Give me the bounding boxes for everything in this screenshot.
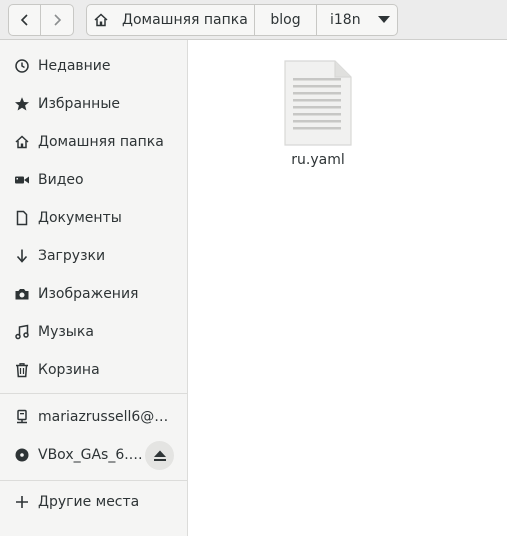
navigation-buttons: [8, 4, 74, 36]
breadcrumb-blog[interactable]: blog: [255, 5, 317, 35]
file-name: ru.yaml: [291, 152, 345, 168]
sidebar-item-label: mariazrussell6@…: [38, 409, 169, 425]
breadcrumb-label: i18n: [330, 12, 361, 28]
eject-button[interactable]: [145, 441, 174, 470]
download-icon: [14, 248, 30, 264]
sidebar-item-network-mount[interactable]: mariazrussell6@…: [0, 398, 188, 436]
file-view: ru.yaml: [189, 40, 507, 536]
back-button[interactable]: [9, 5, 40, 35]
sidebar-item-music[interactable]: Музыка: [0, 313, 188, 351]
sidebar-item-label: Документы: [38, 210, 122, 226]
sidebar-item-trash[interactable]: Корзина: [0, 351, 188, 389]
forward-button[interactable]: [40, 5, 73, 35]
sidebar-item-label: Видео: [38, 172, 84, 188]
sidebar-item-home[interactable]: Домашняя папка: [0, 123, 188, 161]
plus-icon: [14, 494, 30, 510]
star-icon: [14, 96, 30, 112]
breadcrumb-home[interactable]: Домашняя папка: [87, 5, 255, 35]
home-icon: [94, 13, 108, 27]
camera-icon: [14, 286, 30, 302]
document-icon: [14, 210, 30, 226]
clock-icon: [14, 58, 30, 74]
sidebar-item-videos[interactable]: Видео: [0, 161, 188, 199]
trash-icon: [14, 362, 30, 378]
sidebar-item-label: Корзина: [38, 362, 100, 378]
sidebar-item-label: Загрузки: [38, 248, 106, 264]
network-drive-icon: [14, 409, 30, 425]
video-icon: [14, 172, 30, 188]
chevron-right-icon: [54, 14, 62, 26]
text-file-icon: [284, 60, 352, 146]
sidebar-separator: [0, 393, 188, 394]
file-item[interactable]: ru.yaml: [271, 60, 365, 168]
music-icon: [14, 324, 30, 340]
sidebar-item-starred[interactable]: Избранные: [0, 85, 188, 123]
header-bar: Домашняя папка blog i18n: [0, 0, 507, 40]
sidebar-item-downloads[interactable]: Загрузки: [0, 237, 188, 275]
chevron-left-icon: [20, 14, 28, 26]
sidebar-item-label: VBox_GAs_6.…: [38, 447, 142, 463]
breadcrumb-label: Домашняя папка: [122, 12, 248, 28]
sidebar-item-label: Домашняя папка: [38, 134, 164, 150]
sidebar-item-label: Недавние: [38, 58, 111, 74]
sidebar-separator: [0, 480, 188, 481]
sidebar-item-label: Музыка: [38, 324, 94, 340]
sidebar-item-recent[interactable]: Недавние: [0, 47, 188, 85]
sidebar-item-other-locations[interactable]: Другие места: [0, 483, 188, 521]
sidebar-item-label: Изображения: [38, 286, 139, 302]
sidebar-item-label: Другие места: [38, 494, 140, 510]
triangle-down-icon[interactable]: [377, 16, 390, 24]
places-sidebar: Недавние Избранные Домашняя папка Видео …: [0, 40, 188, 536]
sidebar-item-documents[interactable]: Документы: [0, 199, 188, 237]
breadcrumb-i18n[interactable]: i18n: [317, 5, 397, 35]
disc-icon: [14, 447, 30, 463]
sidebar-item-pictures[interactable]: Изображения: [0, 275, 188, 313]
home-icon: [14, 134, 30, 150]
breadcrumb-label: blog: [270, 12, 301, 28]
eject-icon: [153, 450, 166, 461]
sidebar-item-label: Избранные: [38, 96, 120, 112]
path-bar: Домашняя папка blog i18n: [86, 4, 398, 36]
